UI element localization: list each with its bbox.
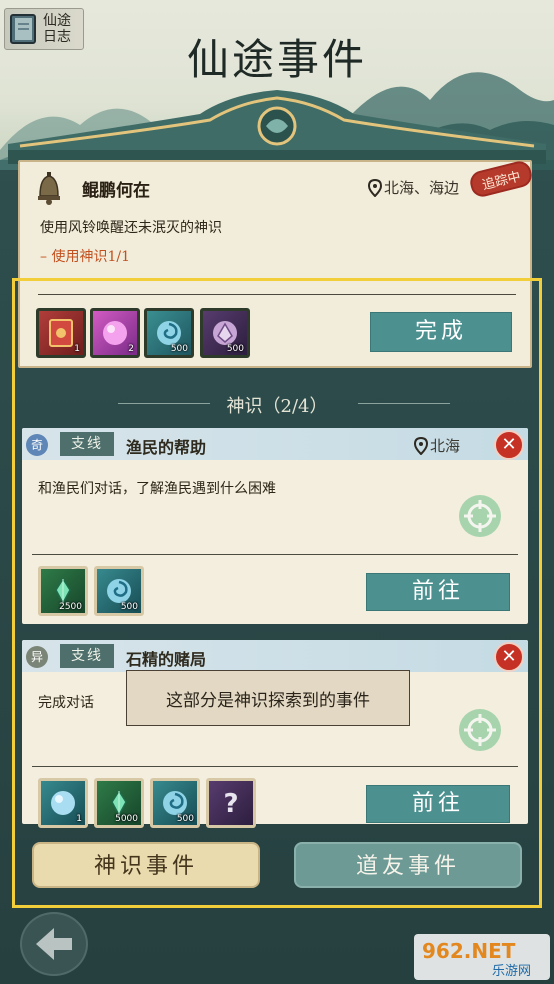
subquest-description: 和渔民们对话，了解渔民遇到什么困难 [38, 481, 276, 497]
main-quest-location-text: 北海、海边 [384, 179, 460, 197]
section-line-right [358, 403, 450, 404]
reward-item[interactable]: 2 [90, 308, 140, 358]
reward-qty: 500 [170, 344, 188, 354]
red-book-icon [49, 319, 73, 347]
tab-friend-events[interactable]: 道友事件 [294, 842, 522, 888]
main-quest-title: 鲲鹏何在 [82, 181, 150, 201]
close-icon[interactable]: ✕ [494, 642, 524, 672]
subquest-title: 渔民的帮助 [126, 438, 207, 457]
page-title: 仙途事件 [186, 35, 367, 84]
subquest-divider [32, 766, 518, 767]
subquest-title: 石精的赌局 [126, 650, 207, 669]
reward-item[interactable]: 5000 [94, 778, 144, 828]
reward-item[interactable]: 500 [94, 566, 144, 616]
reward-item[interactable]: 500 [200, 308, 250, 358]
reward-item[interactable]: 1 [38, 778, 88, 828]
reward-qty: 2500 [59, 602, 82, 612]
watermark-logo: 962.NET 乐游网 [414, 934, 550, 980]
go-button[interactable]: 前往 [366, 785, 510, 823]
tab-spirit-events[interactable]: 神识事件 [32, 842, 260, 888]
reward-qty: 5000 [115, 814, 138, 824]
subquest-badge: 奇 [26, 434, 48, 456]
back-arrow-icon [36, 928, 72, 960]
main-divider [38, 294, 516, 295]
reward-qty: 2 [128, 344, 134, 354]
back-button[interactable] [20, 912, 88, 976]
bell-icon [38, 172, 60, 205]
reward-item[interactable]: 2500 [38, 566, 88, 616]
reward-qty: 500 [226, 344, 244, 354]
question-mark-icon: ? [223, 789, 238, 818]
subquest-divider [32, 554, 518, 555]
subquest-description: 完成对话 [38, 695, 94, 711]
reward-qty: 1 [74, 344, 80, 354]
reward-qty: 500 [176, 814, 194, 824]
close-icon[interactable]: ✕ [494, 430, 524, 460]
svg-text:?: ? [223, 789, 238, 818]
reward-item[interactable]: 1 [36, 308, 86, 358]
watermark: 962.NET 乐游网 [414, 934, 550, 980]
main-quest-description: 使用风铃唤醒还未泯灭的神识 [40, 220, 222, 236]
subquest-location: 北海 [414, 435, 460, 456]
reward-item[interactable]: 500 [144, 308, 194, 358]
target-icon[interactable] [458, 708, 502, 752]
complete-button[interactable]: 完成 [370, 312, 512, 352]
reward-item[interactable]: ? [206, 778, 256, 828]
location-pin-icon [368, 178, 382, 197]
subquest-tag: 支线 [60, 432, 114, 456]
watermark-line1: 962.NET [422, 939, 516, 963]
reward-item[interactable]: 500 [150, 778, 200, 828]
section-title: 神识（2/4） [226, 396, 328, 417]
subquest-location-text: 北海 [430, 437, 461, 455]
main-quest-task: – 使用神识1/1 [40, 249, 130, 265]
subquest-tag: 支线 [60, 644, 114, 668]
watermark-line2: 乐游网 [492, 964, 531, 979]
reward-qty: 1 [76, 814, 82, 824]
blue-orb-icon [51, 791, 75, 815]
explanation-tooltip: 这部分是神识探索到的事件 [126, 670, 410, 726]
main-quest-location: 北海、海边 [368, 177, 459, 198]
pink-orb-icon [103, 321, 127, 345]
reward-qty: 500 [120, 602, 138, 612]
subquest-badge: 异 [26, 646, 48, 668]
location-pin-icon [414, 436, 428, 455]
target-icon[interactable] [458, 494, 502, 538]
go-button[interactable]: 前往 [366, 573, 510, 611]
